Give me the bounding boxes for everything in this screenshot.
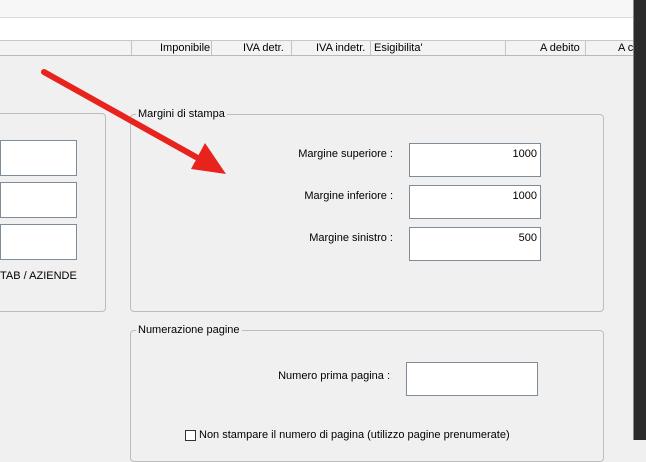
annotation-arrow-icon	[41, 69, 226, 174]
window-shadow	[634, 0, 646, 440]
annotation-arrow-shaft	[41, 69, 199, 160]
